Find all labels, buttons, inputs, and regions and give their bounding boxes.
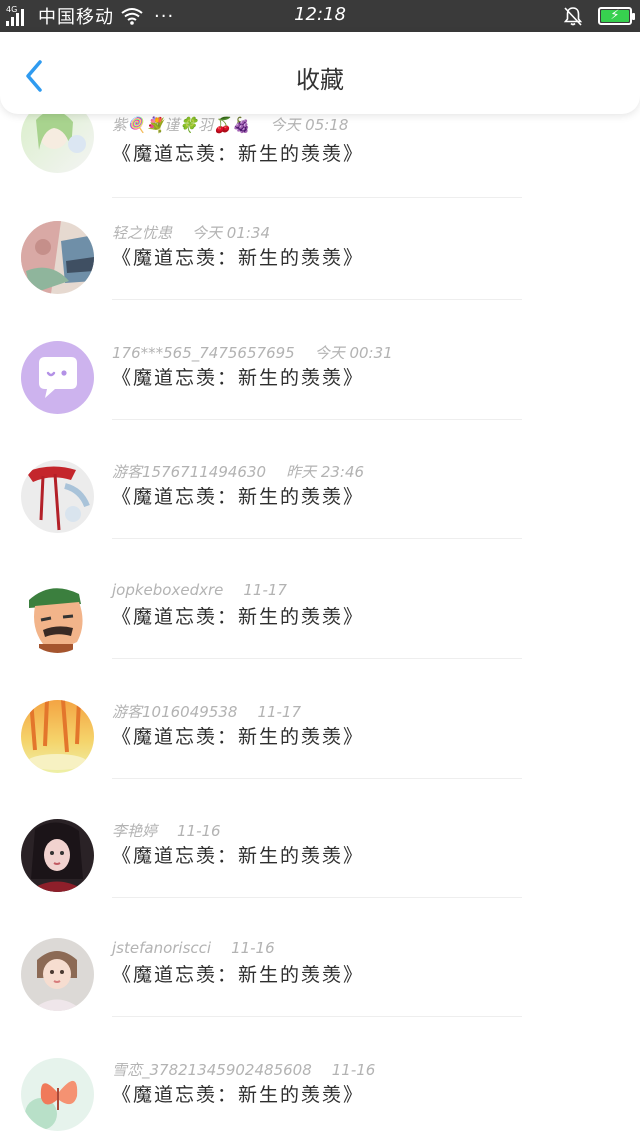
timestamp: 11-16	[177, 822, 221, 840]
list-item[interactable]: 紫🍭💐谨🍀羽🍒🍇 今天 05:18 《魔道忘羡：新生的羡羡》	[0, 100, 640, 233]
book-title: 《魔道忘羡：新生的羡羡》	[112, 1084, 365, 1106]
list-item[interactable]: 轻之忧患 今天 01:34 《魔道忘羡：新生的羡羡》	[0, 221, 640, 341]
item-meta: 雪恋_37821345902485608 11-16	[112, 1059, 375, 1080]
item-meta: 轻之忧患 今天 01:34	[112, 222, 270, 243]
book-title: 《魔道忘羡：新生的羡羡》	[112, 486, 365, 508]
divider	[112, 778, 522, 779]
username: 紫🍭💐谨🍀羽🍒🍇	[112, 116, 251, 134]
divider	[112, 897, 522, 898]
divider	[112, 419, 522, 420]
divider	[112, 538, 522, 539]
nav-header: 收藏	[0, 32, 640, 114]
username: 游客1576711494630	[112, 463, 267, 481]
list-item[interactable]: jopkeboxedxre 11-17 《魔道忘羡：新生的羡羡》	[0, 580, 640, 700]
avatar	[21, 700, 94, 773]
item-meta: 游客1016049538 11-17	[112, 701, 301, 722]
divider	[112, 299, 522, 300]
item-meta: jopkeboxedxre 11-17	[112, 581, 287, 599]
list-item[interactable]: jstefanoriscci 11-16 《魔道忘羡：新生的羡羡》	[0, 938, 640, 1058]
username: 雪恋_37821345902485608	[112, 1061, 312, 1079]
book-title: 《魔道忘羡：新生的羡羡》	[112, 367, 365, 389]
book-title: 《魔道忘羡：新生的羡羡》	[112, 247, 365, 269]
item-meta: 游客1576711494630 昨天 23:46	[112, 461, 364, 482]
book-title: 《魔道忘羡：新生的羡羡》	[112, 726, 365, 748]
username: 176***565_7475657695	[112, 344, 295, 362]
book-title: 《魔道忘羡：新生的羡羡》	[112, 606, 365, 628]
timestamp: 11-17	[257, 703, 302, 721]
timestamp: 今天 00:31	[314, 344, 393, 362]
page-title: 收藏	[296, 66, 344, 94]
timestamp: 11-17	[243, 581, 287, 599]
list-item[interactable]: 雪恋_37821345902485608 11-16 《魔道忘羡：新生的羡羡》	[0, 1058, 640, 1138]
username: jstefanoriscci	[112, 939, 212, 957]
book-title: 《魔道忘羡：新生的羡羡》	[112, 143, 365, 165]
avatar	[21, 341, 94, 414]
item-meta: 紫🍭💐谨🍀羽🍒🍇 今天 05:18	[112, 114, 348, 135]
list-item[interactable]: 游客1576711494630 昨天 23:46 《魔道忘羡：新生的羡羡》	[0, 460, 640, 580]
book-title: 《魔道忘羡：新生的羡羡》	[112, 964, 365, 986]
avatar	[21, 819, 94, 892]
list-item[interactable]: 176***565_7475657695 今天 00:31 《魔道忘羡：新生的羡…	[0, 341, 640, 461]
item-meta: 176***565_7475657695 今天 00:31	[112, 342, 393, 363]
username: 游客1016049538	[112, 703, 238, 721]
timestamp: 11-16	[331, 1061, 376, 1079]
list-item[interactable]: 游客1016049538 11-17 《魔道忘羡：新生的羡羡》	[0, 700, 640, 820]
avatar	[21, 1058, 94, 1131]
username: jopkeboxedxre	[112, 581, 224, 599]
timestamp: 11-16	[231, 939, 275, 957]
book-title: 《魔道忘羡：新生的羡羡》	[112, 845, 365, 867]
favorites-list: 紫🍭💐谨🍀羽🍒🍇 今天 05:18 《魔道忘羡：新生的羡羡》 轻之忧患 今天 0…	[0, 0, 640, 1138]
item-meta: jstefanoriscci 11-16	[112, 939, 275, 957]
avatar	[21, 460, 94, 533]
divider	[112, 197, 522, 198]
timestamp: 今天 05:18	[270, 116, 349, 134]
divider	[112, 1016, 522, 1017]
avatar	[21, 221, 94, 294]
item-meta: 李艳婷 11-16	[112, 820, 221, 841]
avatar	[21, 938, 94, 1011]
divider	[112, 658, 522, 659]
username: 李艳婷	[112, 822, 158, 840]
timestamp: 昨天 23:46	[286, 463, 365, 481]
username: 轻之忧患	[112, 224, 173, 242]
list-item[interactable]: 李艳婷 11-16 《魔道忘羡：新生的羡羡》	[0, 819, 640, 939]
timestamp: 今天 01:34	[192, 224, 271, 242]
avatar	[21, 580, 94, 653]
